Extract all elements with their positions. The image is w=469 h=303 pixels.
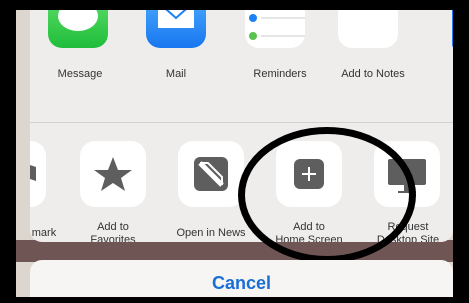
cancel-button[interactable]: Cancel	[30, 260, 453, 297]
share-app-mail[interactable]: Mail	[146, 68, 206, 81]
annotation-circle	[238, 127, 416, 263]
news-icon[interactable]	[178, 141, 244, 207]
action-open-in-news[interactable]: Open in News	[173, 227, 249, 240]
share-app-message[interactable]: Message	[48, 68, 112, 81]
messages-icon[interactable]	[48, 10, 108, 48]
mail-icon[interactable]	[146, 10, 206, 48]
share-sheet-screen: Message Mail Reminders Add to Notes mark…	[16, 10, 453, 297]
star-icon[interactable]	[80, 141, 146, 207]
action-label: mark	[31, 227, 57, 239]
share-apps-row: Message Mail Reminders Add to Notes	[30, 10, 453, 123]
share-app-label: Mail	[165, 68, 187, 80]
share-app-label: Message	[57, 68, 103, 80]
share-app-label: Add to Notes	[341, 68, 405, 80]
action-label: Open in News	[176, 227, 246, 239]
cancel-label: Cancel	[211, 273, 272, 293]
reminders-icon[interactable]	[245, 10, 305, 48]
action-add-to-favorites[interactable]: Add to Favorites	[78, 221, 148, 242]
share-app-reminders[interactable]: Reminders	[245, 68, 315, 81]
bookmark-tile[interactable]	[30, 141, 46, 207]
action-bookmark[interactable]: mark	[30, 227, 64, 240]
action-label: Add to Favorites	[90, 221, 136, 242]
share-app-notes[interactable]: Add to Notes	[333, 68, 413, 81]
next-app-edge	[452, 10, 453, 48]
notes-icon[interactable]	[338, 10, 398, 48]
share-app-label: Reminders	[253, 68, 307, 80]
